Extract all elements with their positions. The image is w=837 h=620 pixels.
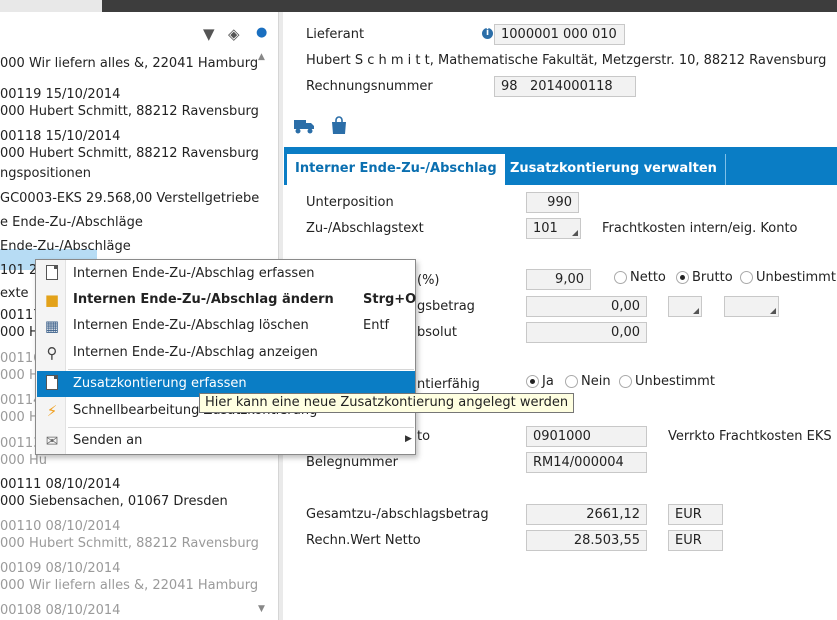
unterposition-field[interactable]: 990 <box>526 192 579 213</box>
menu-item-anzeigen[interactable]: ⚲ Internen Ende-Zu-/Abschlag anzeigen <box>37 340 415 366</box>
menu-item-label: Zusatzkontierung erfassen <box>73 376 247 391</box>
gesamt-field[interactable]: 2661,12 <box>526 504 647 525</box>
tree-line[interactable]: GC0003-EKS 29.568,00 Verstellgetriebe <box>0 191 259 206</box>
rechnungsnummer-label: Rechnungsnummer <box>306 79 433 94</box>
menu-item-label: Internen Ende-Zu-/Abschlag anzeigen <box>73 345 318 360</box>
scroll-up-icon[interactable]: ▲ <box>258 52 265 62</box>
rechnungsnummer-value: 2014000118 <box>529 79 613 94</box>
tree-line[interactable]: exte <box>0 286 29 301</box>
send-envelope-icon: ✉ <box>45 432 59 450</box>
betrag-field[interactable]: 0,00 <box>526 296 647 317</box>
konto-field[interactable]: 0901000 <box>526 426 647 447</box>
scroll-down-icon[interactable]: ▼ <box>258 604 265 614</box>
tooltip: Hier kann eine neue Zusatzkontierung ang… <box>199 393 575 413</box>
rechnungsnummer-prefix: 98 <box>501 79 518 94</box>
absolut-field[interactable]: 0,00 <box>526 322 647 343</box>
brutto-radio[interactable] <box>676 271 689 284</box>
zuabschlagstext-label: Zu-/Abschlagstext <box>306 221 424 236</box>
tree-line[interactable]: 00110 08/10/2014 <box>0 519 120 534</box>
belegnummer-field[interactable]: RM14/000004 <box>526 452 647 473</box>
netto-wert-currency[interactable]: EUR <box>668 530 723 551</box>
netto-wert-field[interactable]: 28.503,55 <box>526 530 647 551</box>
konto-label: to <box>417 429 431 444</box>
status-dot-icon: ● <box>256 25 268 40</box>
absolut-label: bsolut <box>417 325 457 340</box>
tab-zusatzkontierung-verwalten[interactable]: Zusatzkontierung verwalten <box>502 154 726 185</box>
context-menu: Internen Ende-Zu-/Abschlag erfassen ■ In… <box>35 259 416 455</box>
magnifier-document-icon: ⚲ <box>46 344 58 362</box>
lieferant-field[interactable]: 1000001 000 010 <box>494 24 625 45</box>
filter-check-icon[interactable]: ▼ <box>203 25 215 43</box>
tab-interner-ende-zu-abschlag[interactable]: Interner Ende-Zu-/Abschlag <box>287 154 505 185</box>
unbestimmt-label: Unbestimmt <box>756 270 836 285</box>
netto-radio[interactable] <box>614 271 627 284</box>
info-icon[interactable]: i <box>482 28 493 39</box>
document-icon <box>43 375 61 393</box>
folder-open-icon: ■ <box>44 291 60 309</box>
tree-line[interactable]: 000 Hu <box>0 453 47 468</box>
betrag-currency-dropdown[interactable] <box>724 296 779 317</box>
netto-label: Netto <box>630 270 666 285</box>
unbestimmt2-radio[interactable] <box>619 375 632 388</box>
menu-item-loeschen[interactable]: ▦ Internen Ende-Zu-/Abschlag löschen Ent… <box>37 313 415 339</box>
unbestimmt-radio[interactable] <box>740 271 753 284</box>
tabstrip: Interner Ende-Zu-/Abschlag Zusatzkontier… <box>284 147 837 185</box>
lieferant-label: Lieferant <box>306 27 365 42</box>
binoculars-icon[interactable]: ◈ <box>228 25 240 43</box>
rechnungsnummer-field[interactable]: 98 2014000118 <box>494 76 636 97</box>
menu-item-senden-an[interactable]: ✉ Senden an ▶ <box>37 428 415 454</box>
netto-wert-label: Rechn.Wert Netto <box>306 533 421 548</box>
menu-item-label: Internen Ende-Zu-/Abschlag löschen <box>73 318 309 333</box>
kontierfaehig-label: ntierfähig <box>417 377 480 392</box>
tree-line[interactable]: ngspositionen <box>0 166 91 181</box>
trash-icon: ▦ <box>44 317 60 335</box>
topbar-right <box>102 0 837 12</box>
betrag-unit-dropdown[interactable] <box>668 296 702 317</box>
zuabschlagstext-field[interactable]: 101 <box>526 218 581 239</box>
tree-line[interactable]: 000 Hubert Schmitt, 88212 Ravensburg <box>0 146 259 161</box>
menu-item-shortcut: Entf <box>363 318 390 333</box>
ja-label: Ja <box>542 374 554 389</box>
topbar-left <box>0 0 102 12</box>
zuabschlagstext-desc: Frachtkosten intern/eig. Konto <box>602 221 798 236</box>
brutto-label: Brutto <box>692 270 733 285</box>
tree-line[interactable]: Ende-Zu-/Abschläge <box>0 239 131 254</box>
menu-item-shortcut: Strg+O <box>363 292 417 307</box>
prozent-label: (%) <box>417 273 440 288</box>
gesamt-currency[interactable]: EUR <box>668 504 723 525</box>
tree-line[interactable]: 000 Siebensachen, 01067 Dresden <box>0 494 228 509</box>
menu-separator <box>68 369 414 370</box>
nein-radio[interactable] <box>565 375 578 388</box>
tree-line[interactable]: 00118 15/10/2014 <box>0 129 120 144</box>
menu-item-erfassen[interactable]: Internen Ende-Zu-/Abschlag erfassen <box>37 261 415 287</box>
tree-line[interactable]: 000 Hubert Schmitt, 88212 Ravensburg <box>0 104 259 119</box>
tree-line[interactable]: e Ende-Zu-/Abschläge <box>0 215 143 230</box>
gesamt-label: Gesamtzu-/abschlagsbetrag <box>306 507 489 522</box>
document-icon <box>43 265 61 283</box>
tree-line[interactable]: 000 Wir liefern alles &, 22041 Hamburg <box>0 56 258 71</box>
tree-line[interactable]: 00111 08/10/2014 <box>0 477 120 492</box>
konto-desc: Verrkto Frachtkosten EKS <box>668 429 832 444</box>
menu-item-label: Internen Ende-Zu-/Abschlag erfassen <box>73 266 315 281</box>
submenu-arrow-icon: ▶ <box>405 434 412 444</box>
truck-icon[interactable] <box>293 117 315 135</box>
betrag-label: gsbetrag <box>417 299 475 314</box>
tree-line[interactable]: 000 Hubert Schmitt, 88212 Ravensburg <box>0 536 259 551</box>
tree-line[interactable]: 000 Wir liefern alles &, 22041 Hamburg <box>0 578 258 593</box>
tree-line[interactable]: 00109 08/10/2014 <box>0 561 120 576</box>
menu-item-aendern[interactable]: ■ Internen Ende-Zu-/Abschlag ändern Strg… <box>37 287 417 313</box>
belegnummer-label: Belegnummer <box>306 455 398 470</box>
menu-item-label: Internen Ende-Zu-/Abschlag ändern <box>73 292 334 307</box>
ja-radio[interactable] <box>526 375 539 388</box>
unbestimmt2-label: Unbestimmt <box>635 374 715 389</box>
tree-line[interactable]: 00108 08/10/2014 <box>0 603 120 618</box>
nein-label: Nein <box>581 374 611 389</box>
unterposition-label: Unterposition <box>306 195 394 210</box>
tree-line[interactable]: 00119 15/10/2014 <box>0 87 120 102</box>
shopping-bag-icon[interactable] <box>330 115 348 135</box>
menu-item-label: Senden an <box>73 433 143 448</box>
lightning-icon: ⚡ <box>46 402 58 420</box>
prozent-field[interactable]: 9,00 <box>526 269 591 290</box>
lieferant-address: Hubert S c h m i t t, Mathematische Faku… <box>306 53 827 68</box>
